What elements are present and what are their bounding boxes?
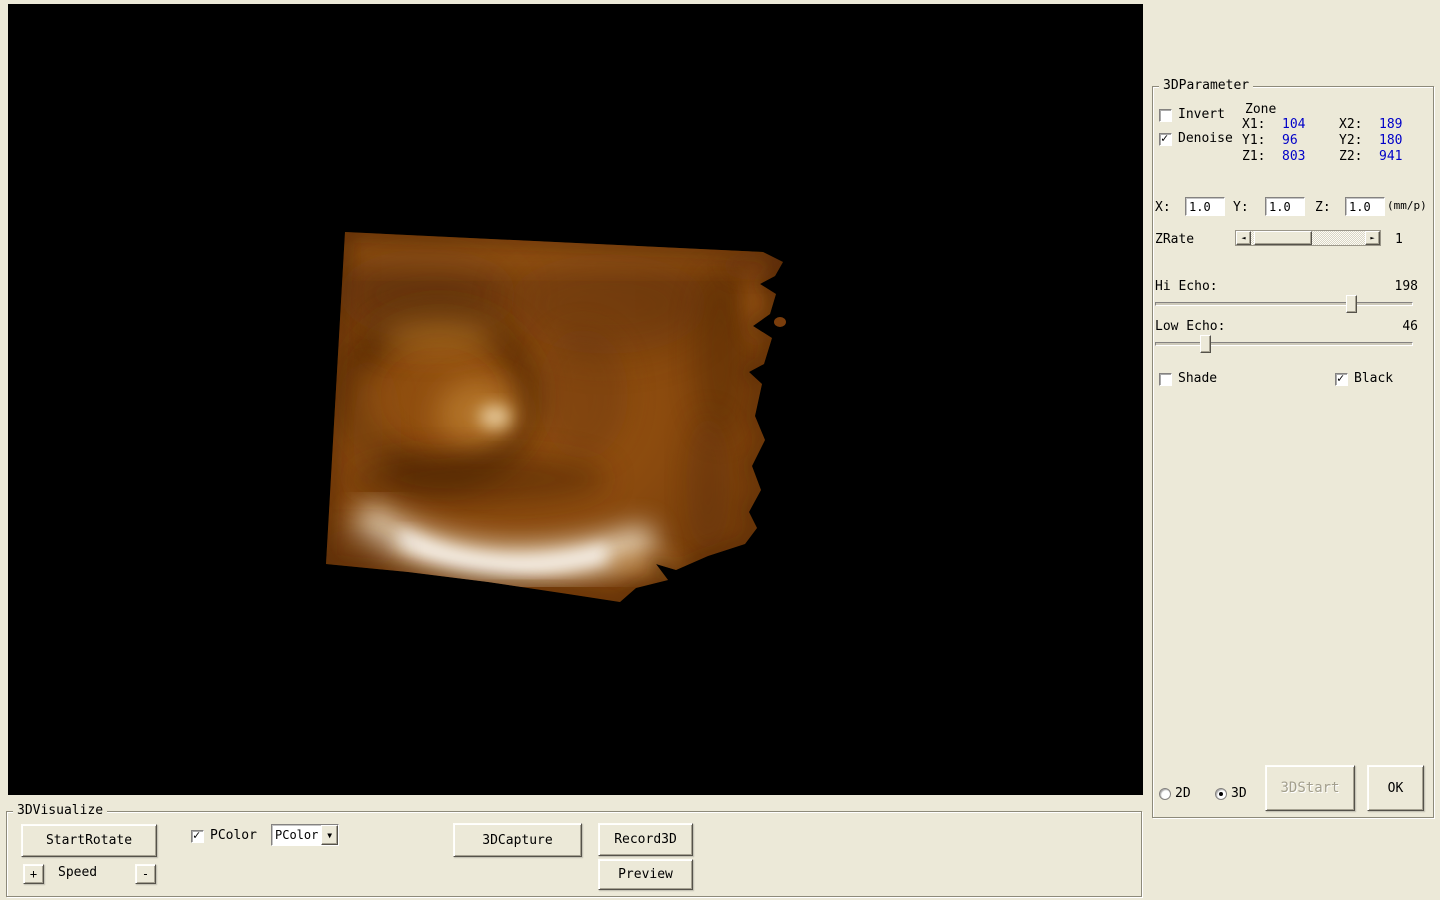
scale-z-label: Z: [1315,200,1331,215]
scroll-left-icon: ◄ [1241,234,1246,242]
speed-label: Speed [58,865,98,880]
scale-y-label: Y: [1233,200,1249,215]
zone-z1-label: Z1: [1242,149,1266,164]
zrate-scroll-left-button[interactable]: ◄ [1236,231,1251,245]
record-3d-button[interactable]: Record3D [598,823,693,856]
visualize-groupbox: 3DVisualize StartRotate PColor PColor ▼ … [6,803,1142,897]
shade-label: Shade [1178,371,1218,386]
pcolor-label: PColor [210,828,257,843]
parameter-groupbox: 3DParameter Invert Denoise Zone X1: 104 … [1152,78,1434,818]
scale-y-input[interactable] [1265,197,1305,216]
low-echo-slider-track[interactable] [1155,335,1413,353]
volume-speck [774,317,786,327]
zone-z2-label: Z2: [1339,149,1363,164]
pcolor-dropdown-button[interactable]: ▼ [321,825,338,845]
start-rotate-button[interactable]: StartRotate [21,824,157,857]
invert-label: Invert [1178,107,1225,122]
zone-y2-value: 180 [1379,133,1403,148]
visualize-group-title: 3DVisualize [13,803,108,818]
black-label: Black [1354,371,1394,386]
mode-2d-label: 2D [1175,786,1191,801]
low-echo-value: 46 [1402,319,1418,334]
scale-x-input[interactable] [1185,197,1225,216]
speed-minus-button[interactable]: - [135,864,156,884]
scale-x-label: X: [1155,200,1171,215]
hi-echo-value: 198 [1394,279,1418,294]
low-echo-label: Low Echo: [1155,319,1226,334]
pcolor-checkbox[interactable] [191,828,204,843]
denoise-label: Denoise [1178,131,1233,146]
chevron-down-icon: ▼ [327,830,333,840]
hi-echo-slider-thumb[interactable] [1346,295,1357,313]
pcolor-dropdown[interactable]: PColor ▼ [271,824,339,846]
zone-x2-label: X2: [1339,117,1363,132]
zone-title: Zone [1245,102,1277,117]
mode-2d-radio[interactable] [1159,788,1171,800]
hi-echo-slider-track[interactable] [1155,295,1413,313]
zrate-scroll-thumb[interactable] [1254,231,1312,245]
zrate-label: ZRate [1155,232,1195,247]
speed-plus-button[interactable]: + [23,864,44,884]
scale-unit-label: (mm/p) [1387,199,1427,212]
app-window: 3DParameter Invert Denoise Zone X1: 104 … [0,0,1440,900]
zone-y1-value: 96 [1282,133,1298,148]
mode-3d-radio[interactable] [1215,788,1227,800]
zrate-value: 1 [1395,232,1403,247]
zrate-scrollbar[interactable]: ◄ ► [1235,230,1381,246]
ultrasound-volume-render [326,232,786,602]
zone-z1-value: 803 [1282,149,1306,164]
low-echo-slider-thumb[interactable] [1200,335,1211,353]
black-checkbox[interactable] [1335,371,1348,386]
scale-z-input[interactable] [1345,197,1385,216]
zone-z2-value: 941 [1379,149,1403,164]
capture-3d-button[interactable]: 3DCapture [453,823,582,857]
invert-checkbox[interactable] [1159,109,1172,122]
zrate-scroll-right-button[interactable]: ► [1365,231,1380,245]
shade-checkbox[interactable] [1159,373,1172,386]
zone-x2-value: 189 [1379,117,1403,132]
denoise-checkbox[interactable] [1159,131,1172,146]
mode-3d-label: 3D [1231,786,1247,801]
start3d-button[interactable]: 3DStart [1265,765,1355,811]
zone-x1-value: 104 [1282,117,1306,132]
zone-x1-label: X1: [1242,117,1266,132]
scroll-right-icon: ► [1370,234,1375,242]
pcolor-dropdown-value: PColor [275,828,319,842]
render-viewport[interactable] [8,4,1143,795]
hi-echo-label: Hi Echo: [1155,279,1218,294]
parameter-group-title: 3DParameter [1159,78,1254,93]
zone-y1-label: Y1: [1242,133,1266,148]
preview-button[interactable]: Preview [598,859,693,890]
zone-y2-label: Y2: [1339,133,1363,148]
ok-button[interactable]: OK [1367,765,1424,811]
